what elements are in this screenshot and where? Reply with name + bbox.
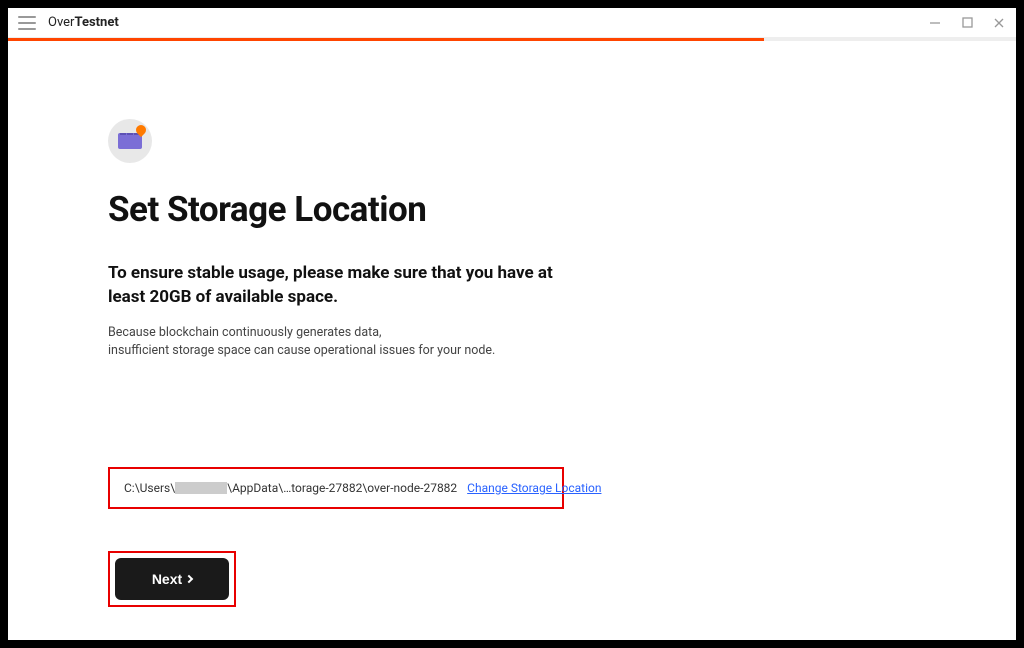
path-suffix: \AppData\…torage-27882\over-node-27882 xyxy=(227,481,457,495)
storage-location-icon xyxy=(108,119,152,163)
app-title: OverTestnet xyxy=(48,15,119,30)
next-button-highlight: Next xyxy=(108,551,236,607)
next-button-label: Next xyxy=(152,571,182,587)
titlebar: OverTestnet xyxy=(8,8,1016,38)
close-button[interactable] xyxy=(992,16,1006,30)
path-prefix: C:\Users\ xyxy=(124,481,175,495)
window-controls xyxy=(928,16,1006,30)
page-subheading: To ensure stable usage, please make sure… xyxy=(108,262,588,310)
app-window: OverTestnet Set Storage Location To ensu… xyxy=(8,8,1016,640)
storage-path: C:\Users\ \AppData\…torage-27882\over-nod… xyxy=(124,481,457,495)
next-button[interactable]: Next xyxy=(115,558,229,600)
brand-suffix: Testnet xyxy=(74,15,118,30)
description-line-1: Because blockchain continuously generate… xyxy=(108,325,382,340)
minimize-button[interactable] xyxy=(928,16,942,30)
redacted-username xyxy=(175,482,227,494)
storage-path-box: C:\Users\ \AppData\…torage-27882\over-nod… xyxy=(108,467,564,509)
description-line-2: insufficient storage space can cause ope… xyxy=(108,343,495,358)
hamburger-menu-icon[interactable] xyxy=(18,16,36,30)
page-heading: Set Storage Location xyxy=(108,189,1016,230)
chevron-right-icon xyxy=(185,575,193,583)
brand-prefix: Over xyxy=(48,15,74,30)
page-description: Because blockchain continuously generate… xyxy=(108,324,588,362)
change-storage-location-link[interactable]: Change Storage Location xyxy=(467,481,601,495)
maximize-button[interactable] xyxy=(960,16,974,30)
main-content: Set Storage Location To ensure stable us… xyxy=(8,41,1016,607)
